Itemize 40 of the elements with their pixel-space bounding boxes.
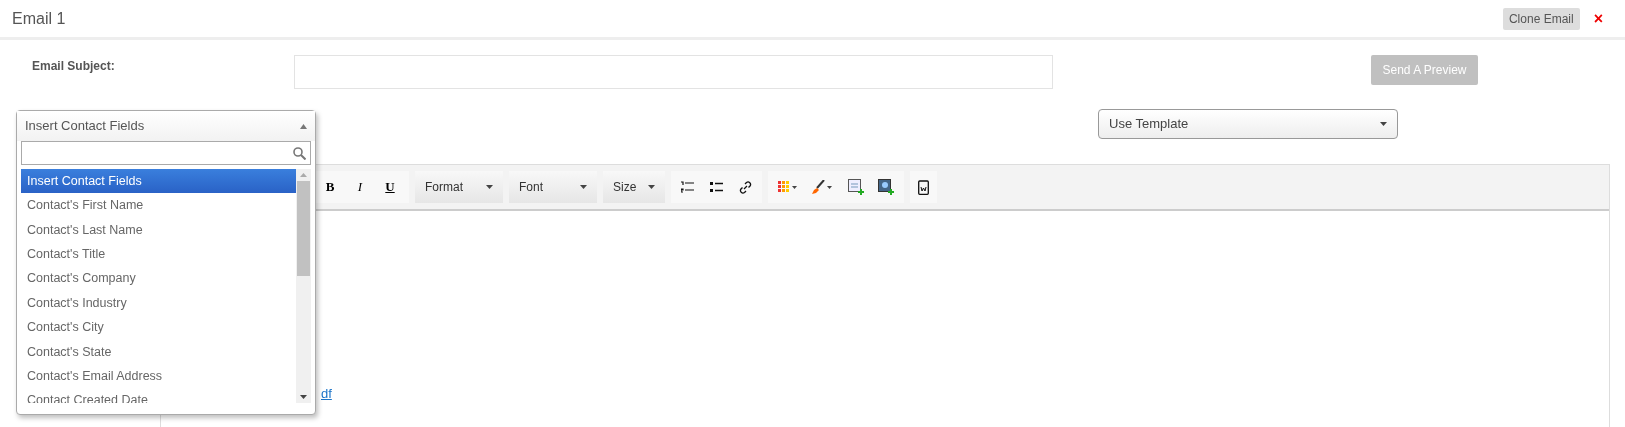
contact-field-option[interactable]: Contact's Last Name — [21, 217, 296, 243]
numbered-list-icon[interactable] — [681, 181, 694, 193]
page-title: Email 1 — [12, 8, 66, 29]
contact-fields-select[interactable]: Insert Contact Fields — [17, 111, 315, 141]
template-select[interactable]: Use Template — [1098, 109, 1398, 139]
toolbar-dropdown[interactable]: Size — [603, 171, 665, 203]
contact-field-option[interactable]: Contact's Company — [21, 266, 296, 291]
word-document-icon[interactable] — [918, 179, 929, 195]
link-icon[interactable] — [739, 180, 752, 194]
close-button[interactable]: × — [1593, 10, 1613, 27]
contact-field-option[interactable]: Contact's State — [21, 339, 296, 365]
scrollbar[interactable] — [296, 169, 311, 403]
caret-icon — [486, 185, 493, 189]
scroll-down-icon[interactable] — [300, 395, 307, 399]
insert-image-icon[interactable] — [848, 179, 864, 195]
toolbar-dropdown[interactable]: Format — [415, 171, 503, 203]
caret-icon — [580, 185, 587, 189]
subject-label: Email Subject: — [32, 58, 116, 75]
format-button[interactable]: I — [345, 173, 375, 201]
dropdown-arrow-icon — [1380, 122, 1387, 126]
contact-field-option[interactable]: Contact's Title — [21, 242, 296, 267]
contact-field-option[interactable]: Contact's Email Address — [21, 364, 296, 389]
toolbar-dropdown[interactable]: Font — [509, 171, 597, 203]
contact-field-option[interactable]: Contact's Industry — [21, 290, 296, 316]
search-icon — [293, 146, 306, 160]
color-grid-icon[interactable] — [778, 181, 798, 193]
caret-icon — [648, 185, 655, 189]
bullet-list-icon[interactable] — [710, 182, 723, 192]
dropdown-search-field[interactable] — [21, 141, 311, 165]
format-button[interactable]: B — [315, 173, 345, 201]
insert-picture-icon[interactable] — [878, 179, 894, 195]
paintbrush-icon[interactable] — [812, 180, 834, 194]
dropdown-arrow-icon — [300, 123, 307, 129]
clone-email-button[interactable]: Clone Email — [1502, 7, 1580, 30]
format-button[interactable]: U — [375, 173, 405, 201]
subject-field[interactable] — [294, 55, 1053, 89]
editor-link[interactable]: df — [321, 386, 332, 401]
contact-field-option[interactable]: Contact's First Name — [21, 193, 296, 218]
contact-field-option[interactable]: Insert Contact Fields — [21, 169, 296, 194]
contact-field-option[interactable]: Contact's City — [21, 315, 296, 340]
